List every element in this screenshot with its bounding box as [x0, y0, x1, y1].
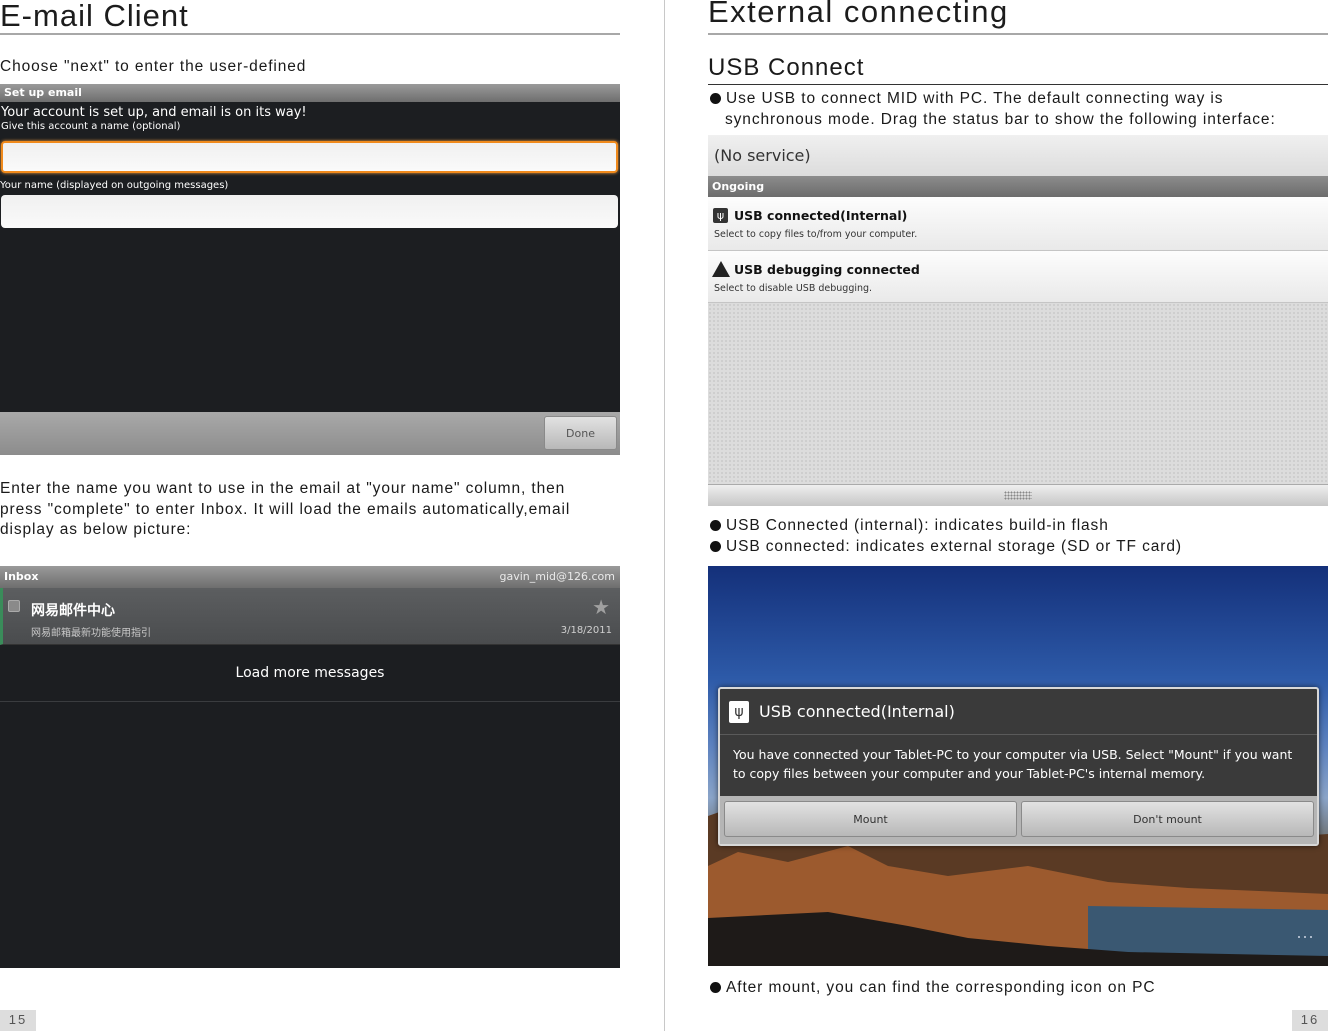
- inbox-title-bar: Inbox gavin_mid@126.com: [0, 566, 620, 588]
- dialog-body-line-2: to copy files between your computer and …: [733, 766, 1206, 781]
- grip-icon: [1004, 491, 1032, 500]
- usb-dialog: ψ USB connected(Internal) You have conne…: [718, 687, 1319, 846]
- bullet-external-storage: USB connected: indicates external storag…: [726, 537, 1182, 555]
- setup-bottom-bar: Done: [0, 412, 620, 455]
- notification-debug-subtitle: Select to disable USB debugging.: [714, 283, 873, 294]
- inbox-instructions-line-2: press "complete" to enter Inbox. It will…: [0, 500, 571, 518]
- notification-usb-debugging[interactable]: USB debugging connected Select to disabl…: [708, 251, 1328, 303]
- notification-empty-area: [708, 303, 1328, 484]
- ongoing-header: Ongoing: [708, 176, 1328, 197]
- bullet-after-mount: After mount, you can find the correspond…: [710, 978, 1155, 999]
- notification-usb-title: USB connected(Internal): [734, 208, 908, 223]
- checkbox-icon[interactable]: [8, 600, 20, 612]
- your-name-input[interactable]: [1, 195, 618, 228]
- message-date: 3/18/2011: [560, 625, 612, 636]
- bullet-usb-intro-line-2: synchronous mode. Drag the status bar to…: [725, 110, 1276, 128]
- mount-button[interactable]: Mount: [724, 801, 1017, 837]
- dialog-button-bar: Mount Don't mount: [720, 796, 1317, 844]
- title-rule: [0, 33, 620, 35]
- inbox-screenshot: Inbox gavin_mid@126.com 网易邮件中心 网易邮箱最新功能使…: [0, 566, 620, 968]
- inbox-instructions: Enter the name you want to use in the em…: [0, 479, 570, 541]
- account-name-label: Give this account a name (optional): [1, 121, 181, 132]
- page-divider: [664, 0, 665, 1031]
- subtitle-rule: [708, 84, 1328, 85]
- dont-mount-button[interactable]: Don't mount: [1021, 801, 1314, 837]
- setup-heading: Your account is set up, and email is on …: [1, 105, 307, 120]
- bullet-after-mount-text: After mount, you can find the correspond…: [726, 979, 1156, 996]
- setup-email-screenshot: Set up email Your account is set up, and…: [0, 84, 620, 455]
- done-button[interactable]: Done: [544, 416, 617, 450]
- warning-icon: [712, 261, 730, 277]
- usb-connect-subtitle: USB Connect: [708, 54, 865, 81]
- intro-text: Choose "next" to enter the user-defined: [0, 58, 307, 75]
- usb-bullets: USB Connected (internal): indicates buil…: [710, 516, 1182, 557]
- page-dots-icon: [1296, 934, 1314, 940]
- usb-icon: ψ: [713, 208, 728, 223]
- page-number-left: 15: [0, 1010, 36, 1031]
- notification-usb-subtitle: Select to copy files to/from your comput…: [714, 229, 918, 240]
- dialog-body-line-1: You have connected your Tablet-PC to you…: [733, 747, 1293, 762]
- carrier-label: (No service): [708, 135, 1328, 176]
- usb-dialog-screenshot: ψ USB connected(Internal) You have conne…: [708, 566, 1328, 966]
- bullet-dot: [710, 540, 721, 552]
- star-icon[interactable]: ★: [592, 597, 610, 617]
- page-number-right: 16: [1292, 1010, 1328, 1031]
- dialog-title: USB connected(Internal): [759, 702, 955, 721]
- inbox-account: gavin_mid@126.com: [499, 570, 616, 583]
- inbox-instructions-line-3: display as below picture:: [0, 521, 192, 538]
- notification-usb-connected[interactable]: ψ USB connected(Internal) Select to copy…: [708, 197, 1328, 251]
- bullet-internal-flash: USB Connected (internal): indicates buil…: [726, 517, 1109, 534]
- setup-title-bar: Set up email: [0, 84, 620, 102]
- dialog-header: ψ USB connected(Internal): [720, 689, 1317, 735]
- notification-debug-title: USB debugging connected: [734, 262, 920, 277]
- bullet-dot: [710, 520, 721, 531]
- message-row[interactable]: 网易邮件中心 网易邮箱最新功能使用指引 ★ 3/18/2011: [0, 588, 620, 645]
- status-bar-screenshot: (No service) Ongoing ψ USB connected(Int…: [708, 135, 1328, 506]
- message-sender: 网易邮件中心: [31, 603, 115, 619]
- dialog-body: You have connected your Tablet-PC to you…: [720, 735, 1317, 783]
- page-title-external-connecting: External connecting: [708, 0, 1009, 29]
- bullet-dot: [710, 93, 721, 104]
- drag-handle[interactable]: [708, 484, 1328, 506]
- inbox-title: Inbox: [4, 570, 39, 583]
- load-more-button[interactable]: Load more messages: [0, 645, 620, 702]
- bullet-dot: [710, 982, 721, 993]
- inbox-instructions-line-1: Enter the name you want to use in the em…: [0, 480, 566, 497]
- message-subject: 网易邮箱最新功能使用指引: [31, 628, 151, 639]
- account-name-input[interactable]: [1, 141, 618, 173]
- your-name-label: Your name (displayed on outgoing message…: [0, 180, 229, 191]
- page-title-email-client: E-mail Client: [0, 0, 189, 33]
- bullet-usb-intro: Use USB to connect MID with PC. The defa…: [710, 89, 1276, 130]
- title-rule-right: [708, 33, 1328, 35]
- usb-icon: ψ: [729, 701, 749, 723]
- bullet-usb-intro-line-1: Use USB to connect MID with PC. The defa…: [726, 90, 1224, 107]
